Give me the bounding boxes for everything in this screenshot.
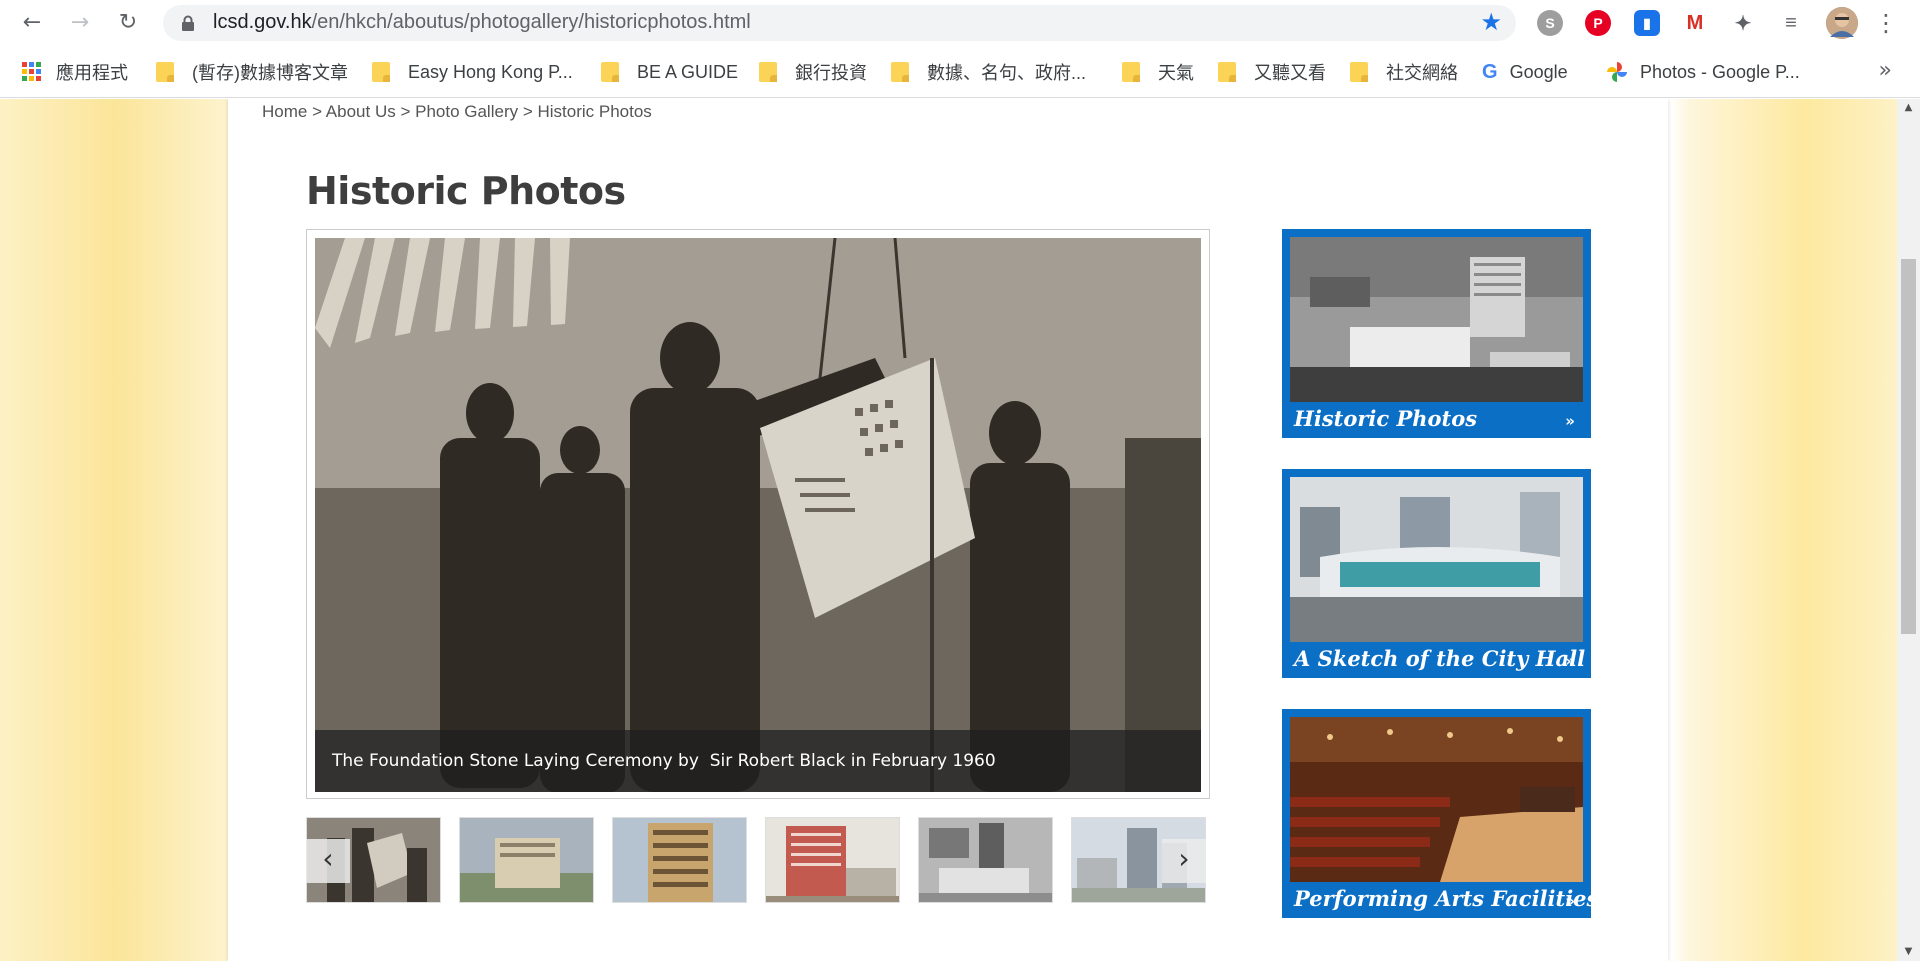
folder-icon [1218, 62, 1236, 82]
photo-caption: The Foundation Stone Laying Ceremony by … [315, 730, 1201, 792]
city-hall-photo [1290, 477, 1583, 642]
bookmark-label: Easy Hong Kong P... [408, 61, 573, 82]
address-bar[interactable]: lcsd.gov.hk/en/hkch/aboutus/photogallery… [163, 5, 1516, 41]
photo-slideshow: The Foundation Stone Laying Ceremony by … [306, 229, 1210, 799]
breadcrumb-separator: > [307, 102, 326, 121]
scroll-down-arrow-icon[interactable]: ▼ [1897, 943, 1920, 961]
breadcrumb-separator: > [395, 102, 416, 121]
bookmark-folder[interactable]: 社交網絡 [1350, 60, 1458, 84]
folder-icon [372, 62, 390, 82]
folder-icon [1350, 62, 1368, 82]
thumbnail-next-chevron-icon[interactable]: › [1162, 839, 1206, 883]
gmail-icon[interactable]: M [1682, 10, 1708, 36]
scroll-up-arrow-icon[interactable]: ▲ [1897, 99, 1920, 117]
side-card-image [1290, 717, 1583, 882]
bookmark-label: 又聽又看 [1254, 63, 1326, 83]
breadcrumb-home[interactable]: Home [262, 102, 307, 121]
breadcrumb-current: Historic Photos [537, 102, 652, 121]
avatar-image [1826, 7, 1858, 39]
breadcrumb-separator: > [518, 102, 538, 121]
bookmark-folder[interactable]: 又聽又看 [1218, 60, 1326, 84]
breadcrumb: Home > About Us > Photo Gallery > Histor… [262, 102, 652, 122]
google-photos-icon [1607, 62, 1627, 82]
side-card-label: Performing Arts Facilities [1294, 886, 1599, 911]
breadcrumb-about-us[interactable]: About Us [326, 102, 396, 121]
bookmark-google[interactable]: G Google [1482, 60, 1568, 84]
concert-hall-photo [1290, 717, 1583, 882]
folder-icon [1122, 62, 1140, 82]
thumbnail-image [613, 818, 746, 902]
page-title: Historic Photos [306, 169, 626, 213]
bookmark-folder[interactable]: BE A GUIDE [601, 60, 738, 84]
bookmark-folder[interactable]: 天氣 [1122, 60, 1194, 84]
bookmark-label: 應用程式 [56, 63, 128, 83]
lock-icon [182, 15, 194, 31]
bookmark-label: 銀行投資 [795, 63, 867, 83]
page-viewport: Home > About Us > Photo Gallery > Histor… [0, 99, 1920, 961]
media-queue-icon[interactable]: ≡ [1778, 10, 1804, 36]
folder-icon [601, 62, 619, 82]
skype-icon[interactable]: S [1537, 10, 1563, 36]
browser-toolbar: ← → ↻ lcsd.gov.hk/en/hkch/aboutus/photog… [0, 0, 1920, 46]
thumbnail-image [460, 818, 593, 902]
bookmark-star-icon[interactable]: ★ [1480, 10, 1502, 34]
bookmark-folder[interactable]: (暫存)數據博客文章 [156, 60, 348, 84]
folder-icon [891, 62, 909, 82]
side-card-label: Historic Photos [1294, 406, 1478, 431]
thumbnail-3[interactable] [612, 817, 747, 903]
bookmark-google-photos[interactable]: Photos - Google P... [1606, 60, 1800, 84]
page-scrollbar[interactable]: ▲ ▼ [1897, 99, 1920, 961]
bookmark-folder[interactable]: Easy Hong Kong P... [372, 60, 573, 84]
thumbnail-strip: ‹ › [306, 817, 1209, 903]
folder-icon [759, 62, 777, 82]
bookmark-label: 天氣 [1158, 63, 1194, 83]
side-link-sketch-of-city-hall[interactable]: A Sketch of the City Hall » [1282, 469, 1591, 678]
bookmarks-bar: 應用程式 (暫存)數據博客文章 Easy Hong Kong P... BE A… [0, 46, 1920, 98]
bookmark-folder[interactable]: 銀行投資 [759, 60, 867, 84]
bookmark-folder[interactable]: 數據、名句、政府... [891, 60, 1086, 84]
bookmark-label: (暫存)數據博客文章 [192, 63, 348, 83]
thumbnail-5[interactable] [918, 817, 1053, 903]
extensions-puzzle-icon[interactable]: ✦ [1730, 10, 1756, 36]
bookmark-label: 數據、名句、政府... [927, 63, 1087, 83]
back-arrow-icon[interactable]: ← [18, 9, 46, 37]
bookmark-label: 社交網絡 [1386, 63, 1458, 83]
side-card-image [1290, 237, 1583, 402]
thumbnail-2[interactable] [459, 817, 594, 903]
bookmark-extension-icon[interactable]: ▮ [1634, 10, 1660, 36]
ceremony-photo [315, 238, 1201, 792]
side-link-historic-photos[interactable]: Historic Photos » [1282, 229, 1591, 438]
side-card-arrow-icon: » [1565, 892, 1575, 910]
bookmark-label: Google [1509, 61, 1568, 82]
profile-avatar[interactable] [1826, 7, 1858, 39]
breadcrumb-photo-gallery[interactable]: Photo Gallery [415, 102, 518, 121]
main-photo[interactable]: The Foundation Stone Laying Ceremony by … [315, 238, 1201, 792]
pinterest-icon[interactable]: P [1585, 10, 1611, 36]
apps-grid-icon [22, 62, 41, 81]
bookmark-apps[interactable]: 應用程式 [22, 60, 128, 84]
more-bookmarks-chevron-icon[interactable]: » [1879, 58, 1892, 83]
side-card-image [1290, 477, 1583, 642]
content-panel: Home > About Us > Photo Gallery > Histor… [228, 99, 1668, 961]
folder-icon [156, 62, 174, 82]
thumbnail-image [919, 818, 1052, 902]
side-card-arrow-icon: » [1565, 412, 1575, 430]
google-icon: G [1482, 60, 1498, 83]
forward-arrow-icon[interactable]: → [66, 9, 94, 37]
scrollbar-thumb[interactable] [1901, 259, 1916, 634]
reload-icon[interactable]: ↻ [114, 9, 142, 37]
side-link-performing-arts-facilities[interactable]: Performing Arts Facilities » [1282, 709, 1598, 918]
url-text: lcsd.gov.hk/en/hkch/aboutus/photogallery… [213, 11, 751, 33]
side-card-arrow-icon: » [1565, 652, 1575, 670]
thumbnail-image [766, 818, 899, 902]
thumbnail-4[interactable] [765, 817, 900, 903]
bookmark-label: BE A GUIDE [637, 61, 739, 82]
aerial-city-photo [1290, 237, 1583, 402]
thumbnail-prev-chevron-icon[interactable]: ‹ [306, 839, 350, 883]
bookmark-label: Photos - Google P... [1640, 61, 1800, 82]
chrome-menu-icon[interactable]: ⋮ [1872, 9, 1900, 37]
side-card-label: A Sketch of the City Hall [1294, 646, 1586, 671]
